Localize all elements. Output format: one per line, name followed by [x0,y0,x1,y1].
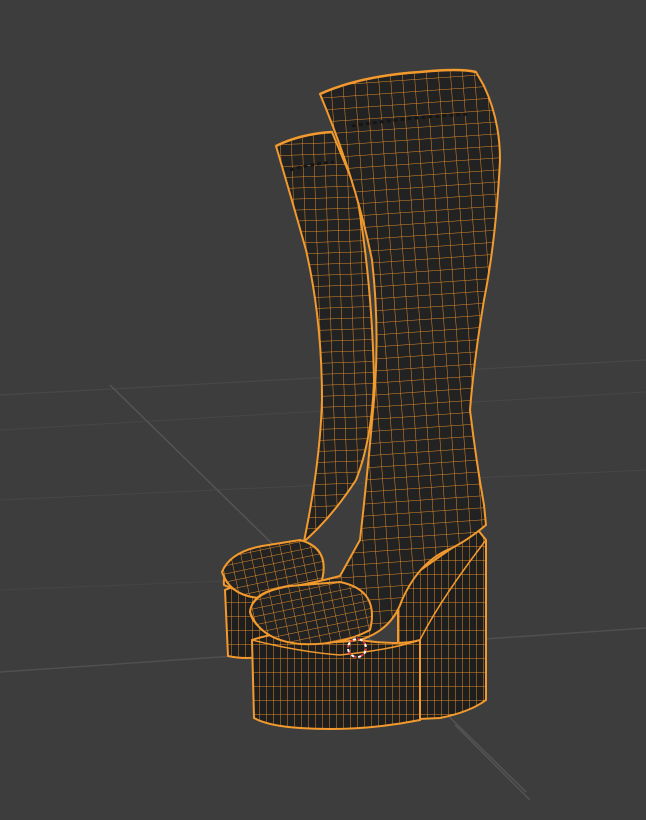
viewport-canvas[interactable] [0,0,646,820]
3d-viewport[interactable] [0,0,646,820]
